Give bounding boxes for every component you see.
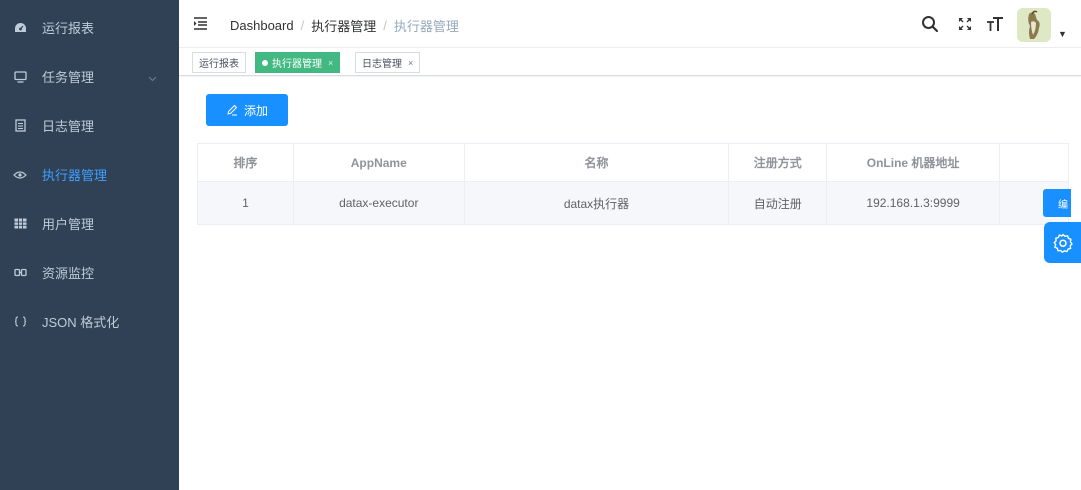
breadcrumb-separator: / bbox=[383, 18, 387, 33]
edit-button[interactable]: 编 bbox=[1043, 189, 1071, 217]
cell-order: 1 bbox=[197, 181, 294, 225]
tag-label: 运行报表 bbox=[199, 59, 239, 70]
tag-label: 日志管理 bbox=[362, 59, 402, 70]
sidebar-item-logs[interactable]: 日志管理 bbox=[0, 101, 179, 150]
sidebar: 运行报表 任务管理 日志管理 执行器管理 用户管理 资源监控 JSON 格式化 bbox=[0, 0, 179, 490]
sidebar-item-dashboard[interactable]: 运行报表 bbox=[0, 3, 179, 52]
sidebar-item-label: 执行器管理 bbox=[42, 168, 108, 183]
edit-icon bbox=[227, 104, 238, 116]
breadcrumb-current: 执行器管理 bbox=[393, 19, 459, 34]
column-header[interactable]: AppName bbox=[292, 143, 465, 182]
edit-button-label: 编 bbox=[1058, 199, 1068, 211]
tags-view: 运行报表 执行器管理 × 日志管理 × bbox=[179, 48, 1081, 76]
monitor-glasses-icon bbox=[12, 268, 28, 278]
breadcrumb: Dashboard / 执行器管理 / 执行器管理 bbox=[230, 16, 459, 35]
table-row[interactable]: 1 datax-executor datax执行器 自动注册 192.168.1… bbox=[197, 181, 1069, 225]
sidebar-item-label: 用户管理 bbox=[42, 217, 95, 232]
column-header[interactable]: OnLine 机器地址 bbox=[826, 143, 1001, 182]
fullscreen-icon[interactable] bbox=[954, 13, 976, 35]
dashboard-icon bbox=[12, 22, 28, 34]
sidebar-item-users[interactable]: 用户管理 bbox=[0, 199, 179, 248]
breadcrumb-separator: / bbox=[300, 18, 305, 33]
avatar[interactable] bbox=[1017, 8, 1051, 42]
document-icon bbox=[12, 119, 28, 132]
sidebar-item-label: 日志管理 bbox=[42, 119, 95, 134]
cell-register-type: 自动注册 bbox=[728, 181, 828, 225]
add-button[interactable]: 添加 bbox=[206, 94, 288, 126]
gear-icon bbox=[1053, 233, 1073, 253]
cell-name: datax执行器 bbox=[463, 181, 730, 225]
column-header[interactable]: 名称 bbox=[463, 143, 730, 182]
column-header[interactable]: 排序 bbox=[197, 143, 294, 182]
search-icon[interactable] bbox=[919, 13, 941, 35]
settings-button[interactable] bbox=[1044, 222, 1081, 263]
table-header-row: 排序 AppName 名称 注册方式 OnLine 机器地址 bbox=[197, 143, 1069, 182]
cell-appname: datax-executor bbox=[292, 181, 465, 225]
tag-executors[interactable]: 执行器管理 × bbox=[255, 52, 341, 73]
sidebar-item-tasks[interactable]: 任务管理 bbox=[0, 52, 179, 101]
column-header bbox=[999, 143, 1069, 182]
eye-icon bbox=[12, 170, 28, 180]
tag-label: 执行器管理 bbox=[272, 59, 322, 70]
active-dot-icon bbox=[262, 59, 268, 66]
sidebar-item-label: JSON 格式化 bbox=[42, 315, 120, 330]
braces-icon bbox=[12, 316, 28, 327]
tag-dashboard[interactable]: 运行报表 bbox=[192, 52, 246, 73]
tag-logs[interactable]: 日志管理 × bbox=[355, 52, 421, 73]
sidebar-item-monitor[interactable]: 资源监控 bbox=[0, 248, 179, 297]
breadcrumb-dashboard[interactable]: Dashboard bbox=[230, 18, 294, 33]
font-size-icon[interactable] bbox=[984, 13, 1006, 35]
chevron-down-icon[interactable] bbox=[148, 70, 157, 85]
navbar: Dashboard / 执行器管理 / 执行器管理 ▼ bbox=[179, 0, 1081, 48]
hamburger-icon[interactable] bbox=[193, 16, 209, 30]
breadcrumb-executors[interactable]: 执行器管理 bbox=[311, 16, 376, 35]
main-content: 添加 排序 AppName 名称 注册方式 OnLine 机器地址 1 data… bbox=[179, 77, 1081, 490]
monitor-icon bbox=[12, 70, 28, 83]
close-icon[interactable]: × bbox=[328, 58, 333, 68]
column-header[interactable]: 注册方式 bbox=[728, 143, 828, 182]
sidebar-item-executors[interactable]: 执行器管理 bbox=[0, 150, 179, 199]
sidebar-item-label: 资源监控 bbox=[42, 266, 95, 281]
table-icon bbox=[12, 218, 28, 229]
cell-address: 192.168.1.3:9999 bbox=[826, 181, 1001, 225]
sidebar-item-label: 运行报表 bbox=[42, 21, 95, 36]
close-icon[interactable]: × bbox=[408, 58, 413, 68]
executor-table: 排序 AppName 名称 注册方式 OnLine 机器地址 1 datax-e… bbox=[197, 143, 1069, 225]
sidebar-item-label: 任务管理 bbox=[42, 70, 95, 85]
add-button-label: 添加 bbox=[243, 103, 268, 118]
caret-down-icon[interactable]: ▼ bbox=[1058, 29, 1067, 39]
sidebar-item-json[interactable]: JSON 格式化 bbox=[0, 297, 179, 346]
